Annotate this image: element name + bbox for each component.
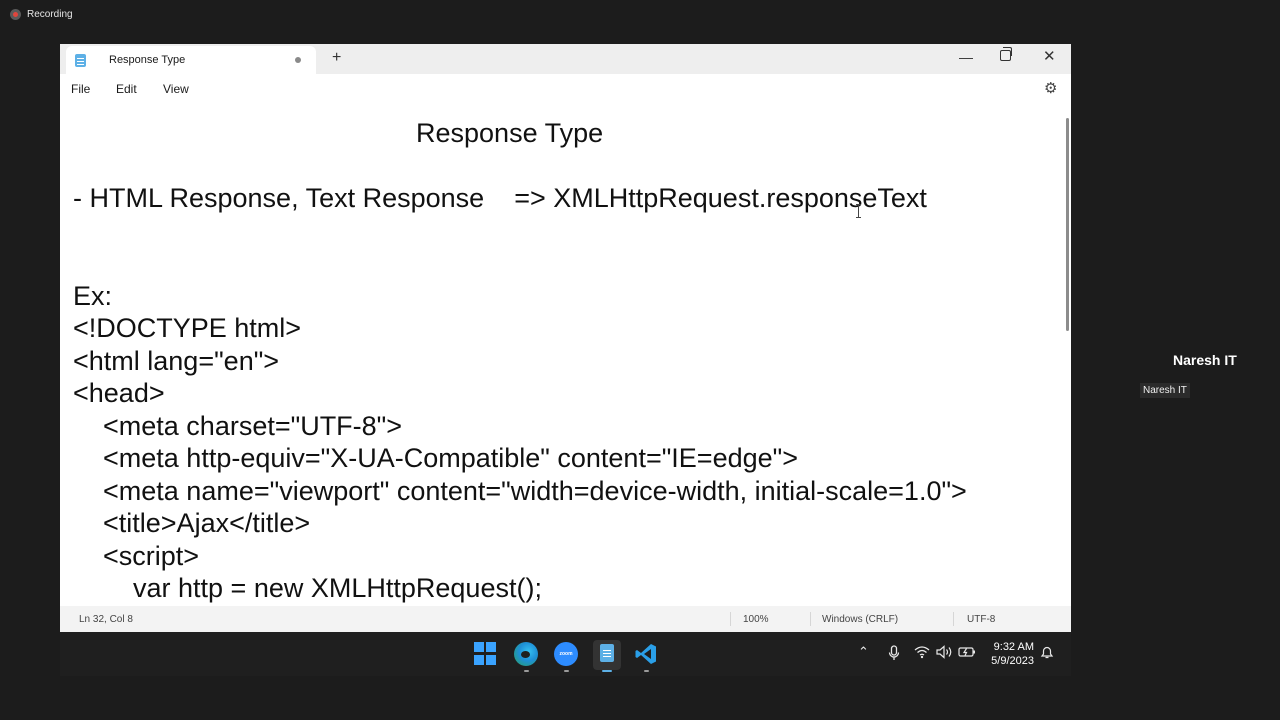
menu-file[interactable]: File bbox=[71, 82, 90, 96]
line-ending[interactable]: Windows (CRLF) bbox=[822, 614, 898, 625]
text-line: Ex: bbox=[73, 281, 113, 311]
restore-button[interactable] bbox=[1000, 47, 1012, 61]
scrollbar-thumb[interactable] bbox=[1066, 118, 1069, 331]
text-line: - HTML Response, Text Response => XMLHtt… bbox=[73, 183, 927, 213]
title-bar: Response Type + — ✕ bbox=[60, 44, 1071, 74]
chevron-up-icon[interactable]: ⌃ bbox=[858, 645, 869, 659]
text-line: <meta http-equiv="X-UA-Compatible" conte… bbox=[73, 443, 798, 473]
encoding[interactable]: UTF-8 bbox=[967, 614, 995, 625]
text-line: <meta charset="UTF-8"> bbox=[73, 411, 403, 441]
vscode-icon[interactable] bbox=[634, 642, 658, 666]
zoom-app-icon[interactable]: zoom bbox=[554, 642, 578, 666]
status-divider bbox=[953, 612, 954, 626]
settings-gear-icon[interactable]: ⚙ bbox=[1044, 81, 1057, 96]
text-cursor-icon bbox=[856, 204, 861, 218]
recording-label: Recording bbox=[27, 9, 73, 20]
document-heading: Response Type bbox=[416, 118, 604, 148]
close-button[interactable]: ✕ bbox=[1043, 49, 1056, 65]
text-line: var http = new XMLHttpRequest(); bbox=[73, 573, 542, 603]
minimize-button[interactable]: — bbox=[959, 49, 973, 65]
status-bar: Ln 32, Col 8 100% Windows (CRLF) UTF-8 bbox=[60, 606, 1071, 632]
battery-charging-icon[interactable] bbox=[958, 645, 976, 662]
taskbar: zoom ⌃ 9:32 AM 5/9/2023 bbox=[60, 632, 1071, 676]
active-indicator bbox=[602, 670, 612, 672]
windows-start-icon[interactable] bbox=[474, 642, 498, 666]
menu-edit[interactable]: Edit bbox=[116, 82, 137, 96]
tab-title: Response Type bbox=[109, 54, 186, 66]
microphone-icon[interactable] bbox=[888, 645, 900, 664]
document-tab[interactable]: Response Type bbox=[66, 46, 316, 74]
notepad-taskbar-icon[interactable] bbox=[593, 640, 621, 670]
system-clock[interactable]: 9:32 AM 5/9/2023 bbox=[988, 640, 1034, 668]
cursor-position[interactable]: Ln 32, Col 8 bbox=[79, 614, 133, 625]
notepad-icon bbox=[600, 644, 614, 662]
volume-icon[interactable] bbox=[936, 645, 954, 662]
participant-name: Naresh IT bbox=[1173, 352, 1237, 368]
status-divider bbox=[730, 612, 731, 626]
text-line: <title>Ajax</title> bbox=[73, 508, 311, 538]
text-line: <script> bbox=[73, 541, 200, 571]
notepad-icon bbox=[75, 54, 86, 67]
status-divider bbox=[810, 612, 811, 626]
participant-name-tag: Naresh IT bbox=[1140, 383, 1190, 398]
clock-time: 9:32 AM bbox=[993, 641, 1034, 653]
running-indicator bbox=[524, 670, 529, 672]
text-line: <!DOCTYPE html> bbox=[73, 313, 302, 343]
new-tab-button[interactable]: + bbox=[332, 49, 341, 67]
running-indicator bbox=[564, 670, 569, 672]
record-icon bbox=[10, 9, 21, 20]
vertical-scrollbar[interactable] bbox=[1064, 104, 1071, 606]
running-indicator bbox=[644, 670, 649, 672]
notepad-window: Response Type + — ✕ File Edit View ⚙ Res… bbox=[60, 44, 1071, 632]
wifi-icon[interactable] bbox=[914, 645, 930, 662]
zoom-level[interactable]: 100% bbox=[743, 614, 769, 625]
menu-bar: File Edit View ⚙ bbox=[60, 74, 1071, 104]
text-editor[interactable]: Response Type - HTML Response, Text Resp… bbox=[60, 104, 1064, 606]
text-line: <html lang="en"> bbox=[73, 346, 280, 376]
notification-bell-icon[interactable] bbox=[1040, 645, 1054, 662]
edge-browser-icon[interactable] bbox=[514, 642, 538, 666]
menu-view[interactable]: View bbox=[163, 82, 189, 96]
unsaved-dot-icon[interactable] bbox=[295, 57, 301, 63]
text-line: <meta name="viewport" content="width=dev… bbox=[73, 476, 967, 506]
recording-indicator: Recording bbox=[10, 9, 73, 20]
clock-date: 5/9/2023 bbox=[991, 655, 1034, 667]
text-line: <head> bbox=[73, 378, 165, 408]
